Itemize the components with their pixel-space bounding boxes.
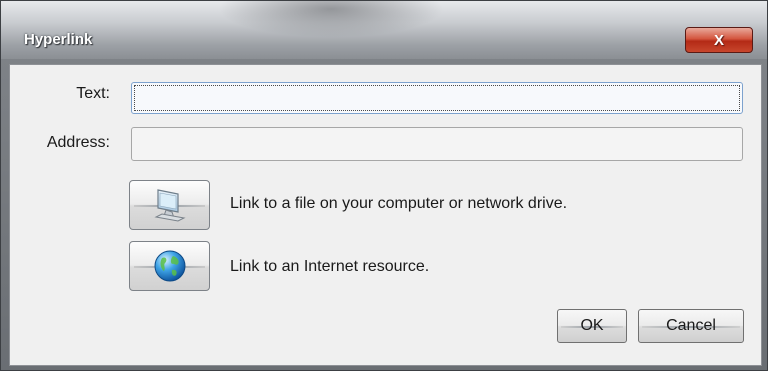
text-input[interactable] bbox=[131, 82, 743, 114]
computer-icon bbox=[153, 189, 186, 222]
cancel-button[interactable]: Cancel bbox=[638, 309, 744, 343]
link-file-button[interactable] bbox=[129, 180, 210, 230]
link-file-label: Link to a file on your computer or netwo… bbox=[230, 195, 568, 212]
cancel-button-label: Cancel bbox=[666, 317, 716, 334]
address-label: Address: bbox=[46, 134, 110, 151]
ok-button[interactable]: OK bbox=[557, 309, 627, 343]
hyperlink-dialog: Hyperlink X Text: Address: Link to a fil… bbox=[0, 0, 768, 371]
link-internet-button[interactable] bbox=[129, 241, 210, 291]
address-input[interactable] bbox=[131, 127, 743, 161]
dialog-body: Text: Address: Link to a file on your co… bbox=[9, 64, 762, 366]
close-icon: X bbox=[713, 31, 724, 49]
ok-button-label: OK bbox=[580, 317, 604, 334]
text-label: Text: bbox=[76, 85, 110, 102]
link-internet-label: Link to an Internet resource. bbox=[230, 258, 430, 275]
window-title: Hyperlink bbox=[24, 31, 93, 48]
globe-icon bbox=[154, 250, 185, 282]
close-button[interactable]: X bbox=[685, 27, 753, 53]
title-bar[interactable]: Hyperlink X bbox=[1, 1, 767, 59]
